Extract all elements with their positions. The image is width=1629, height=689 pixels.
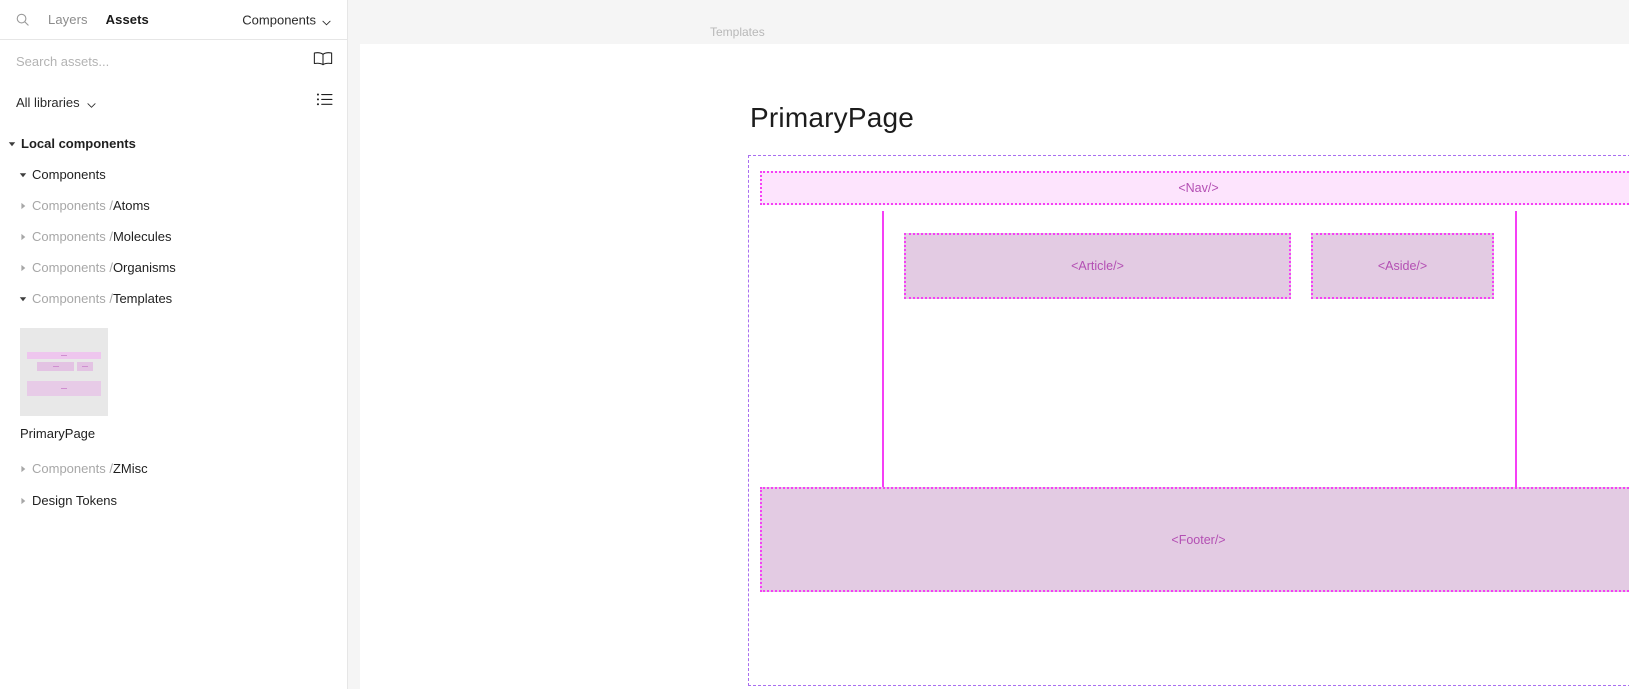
thumbnail-aside-block — [77, 362, 93, 371]
tree-item-prefix: Components / — [32, 198, 113, 213]
component-aside-left[interactable]: <Aside/> — [1311, 233, 1494, 299]
tree-item-prefix: Components / — [32, 229, 113, 244]
triangle-right-icon[interactable] — [16, 261, 30, 275]
triangle-down-icon[interactable] — [16, 168, 30, 182]
primarypage-thumbnail[interactable] — [20, 328, 108, 416]
tree-item-components-atoms[interactable]: Components / Atoms — [0, 190, 347, 221]
tree-item-label: Atoms — [112, 198, 150, 213]
tree-item-components-zmisc[interactable]: Components / ZMisc — [0, 453, 347, 484]
search-icon[interactable] — [14, 12, 30, 28]
asset-label: PrimaryPage — [20, 426, 96, 441]
tab-assets[interactable]: Assets — [106, 12, 149, 27]
canvas-top-strip — [348, 0, 1629, 44]
frame-title: PrimaryPage — [750, 102, 915, 133]
tree-item-label: ZMisc — [112, 461, 148, 476]
book-icon[interactable] — [313, 51, 333, 72]
guide-line-left — [882, 211, 884, 487]
tree-item-prefix: Components / — [32, 291, 113, 306]
figma-assets-screen: Layers Assets Components All libraries — [0, 0, 1629, 689]
page-label: Templates — [710, 25, 765, 39]
triangle-right-icon[interactable] — [16, 199, 30, 213]
tree-item-components-templates[interactable]: Components / Templates — [0, 283, 347, 314]
list-view-icon[interactable] — [316, 93, 333, 112]
assets-panel: Layers Assets Components All libraries — [0, 0, 348, 689]
guide-line-right — [1515, 211, 1517, 487]
tree-item-components-organisms[interactable]: Components / Organisms — [0, 252, 347, 283]
component-tree: Local components Components Components /… — [0, 122, 347, 516]
tree-item-label: Organisms — [112, 260, 176, 275]
component-nav-left[interactable]: <Nav/> — [760, 171, 1629, 205]
triangle-right-icon[interactable] — [16, 230, 30, 244]
component-footer-left[interactable]: <Footer/> — [760, 487, 1629, 592]
all-libraries-dropdown[interactable]: All libraries — [16, 95, 96, 110]
component-label: <Footer/> — [1171, 532, 1226, 547]
all-libraries-label: All libraries — [16, 94, 80, 110]
tab-layers[interactable]: Layers — [48, 12, 88, 27]
triangle-right-icon[interactable] — [16, 462, 30, 476]
frame-primarypage[interactable]: PrimaryPage <Nav/> <Article/> <Aside/> <… — [360, 44, 1629, 689]
component-label: <Nav/> — [1178, 181, 1219, 195]
tree-item-components-molecules[interactable]: Components / Molecules — [0, 221, 347, 252]
chevron-down-icon — [87, 98, 96, 108]
tree-item-design-tokens[interactable]: Design Tokens — [0, 485, 347, 516]
component-article-left[interactable]: <Article/> — [904, 233, 1291, 299]
thumbnail-footer-block — [27, 381, 101, 396]
components-dropdown[interactable]: Components — [242, 12, 331, 27]
components-dropdown-label: Components — [242, 12, 316, 27]
tree-item-label: Components — [32, 167, 106, 182]
asset-item-primarypage[interactable]: PrimaryPage — [0, 314, 347, 447]
triangle-down-icon[interactable] — [16, 292, 30, 306]
triangle-right-icon[interactable] — [16, 494, 30, 508]
libraries-row: All libraries — [0, 82, 347, 122]
search-row — [0, 40, 347, 82]
chevron-down-icon — [322, 15, 331, 25]
tree-item-label: Molecules — [112, 229, 172, 244]
tree-item-components[interactable]: Components — [0, 159, 347, 190]
tree-item-prefix: Components / — [32, 260, 113, 275]
component-label: <Article/> — [1071, 259, 1124, 273]
tree-item-prefix: Components / — [32, 461, 113, 476]
thumbnail-nav-block — [27, 352, 101, 359]
thumbnail-article-block — [37, 362, 74, 371]
component-label: <Aside/> — [1377, 259, 1428, 273]
search-input[interactable] — [16, 53, 276, 69]
triangle-down-icon[interactable] — [5, 137, 19, 151]
tree-item-label: Design Tokens — [32, 493, 118, 508]
canvas[interactable]: Templates PrimaryPage <Nav/> <Article/> … — [348, 0, 1629, 689]
tree-item-local-components[interactable]: Local components — [0, 128, 347, 159]
tree-item-label: Templates — [112, 291, 173, 306]
panel-tab-bar: Layers Assets Components — [0, 0, 347, 40]
tree-item-label: Local components — [21, 136, 136, 151]
